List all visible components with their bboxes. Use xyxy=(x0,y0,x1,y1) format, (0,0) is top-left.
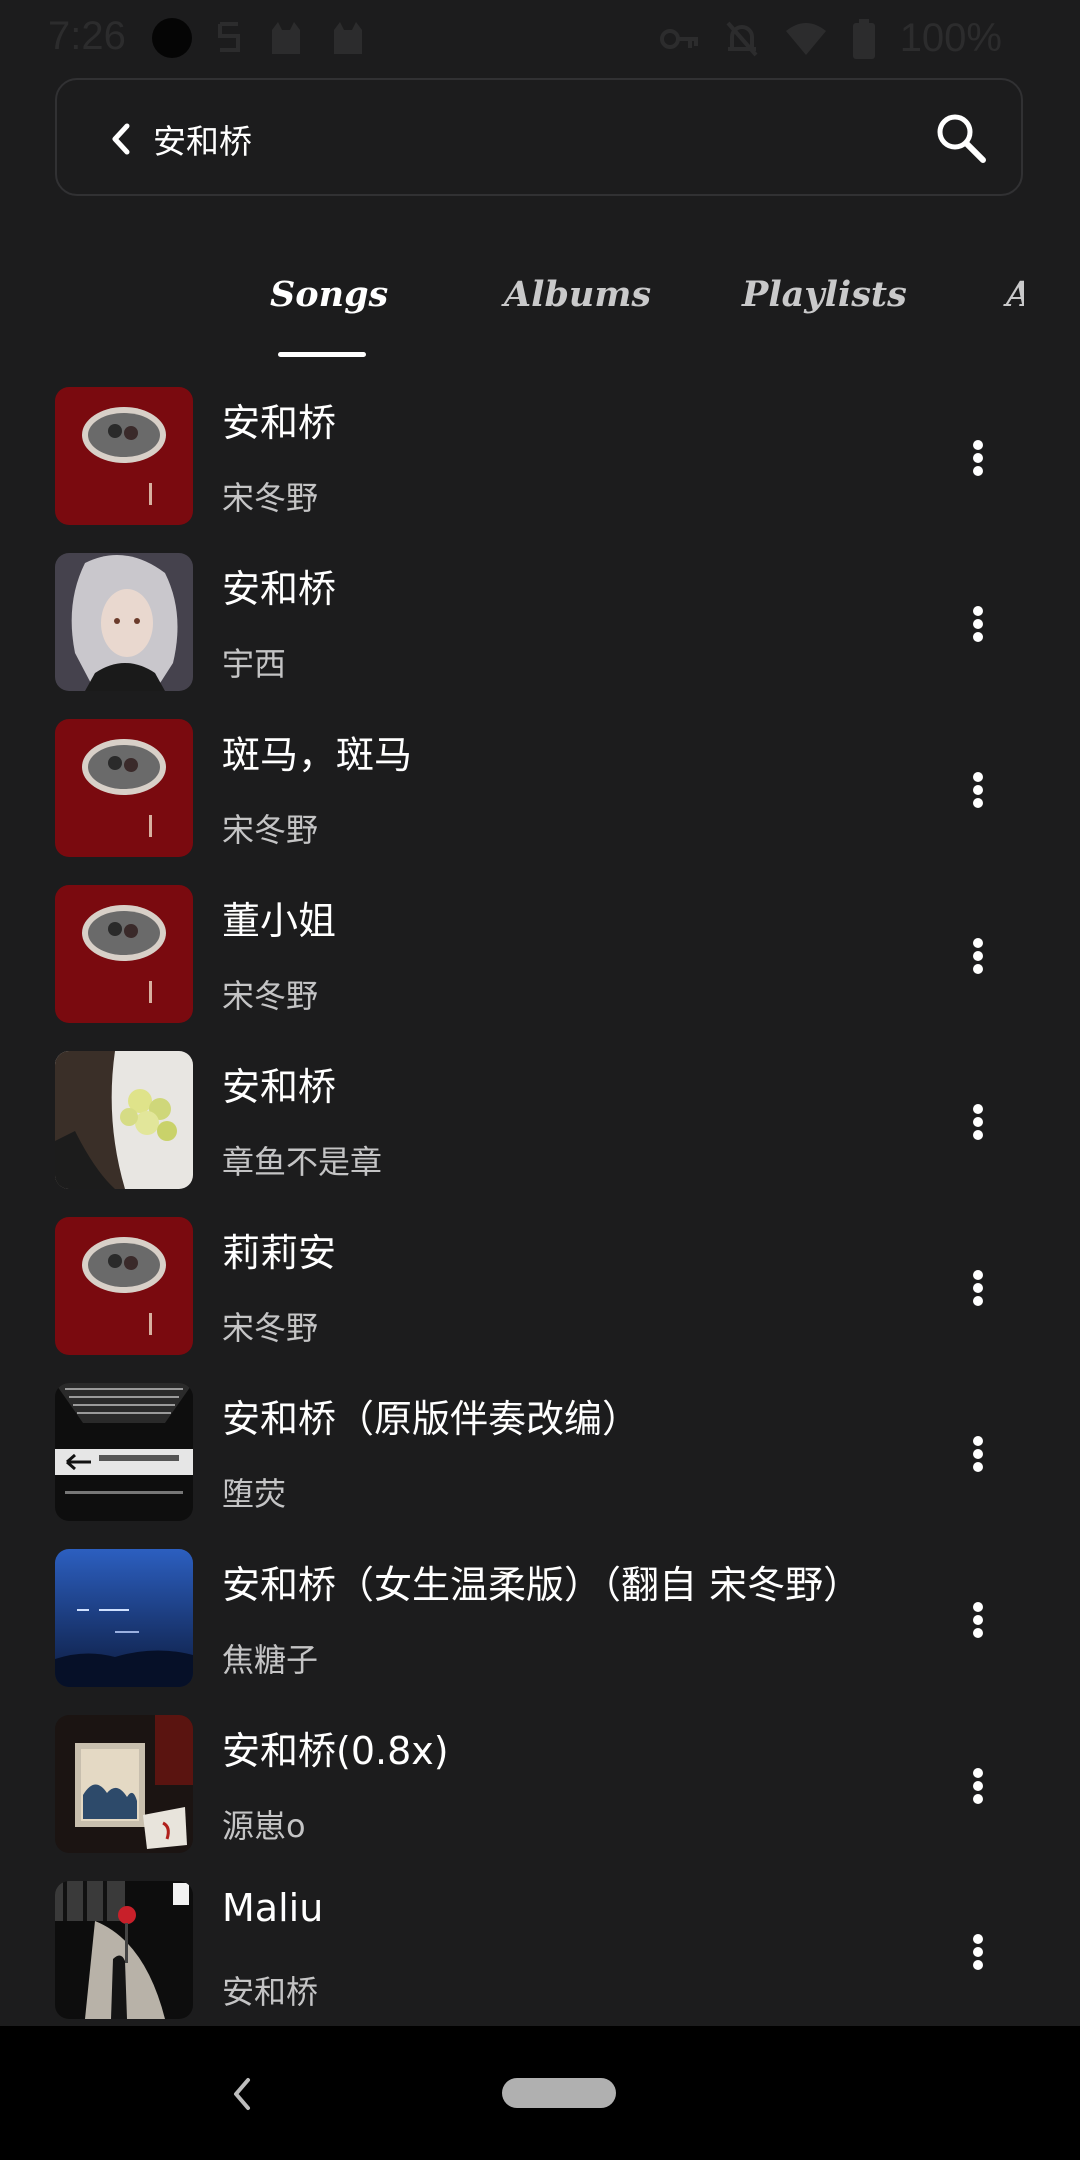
song-artist: 安和桥 xyxy=(222,1973,319,2011)
more-options-icon[interactable] xyxy=(960,1267,996,1307)
record-dot-icon xyxy=(152,18,192,58)
song-artist: 焦糖子 xyxy=(222,1641,319,1679)
more-options-icon[interactable] xyxy=(960,1931,996,1971)
mute-bell-icon xyxy=(724,19,760,59)
more-options-icon[interactable] xyxy=(960,1599,996,1639)
more-options-icon[interactable] xyxy=(960,437,996,477)
song-title: 安和桥 xyxy=(222,401,337,445)
song-row[interactable]: 莉莉安 宋冬野 xyxy=(0,1207,1080,1373)
battery-percent: 100% xyxy=(899,16,1002,60)
more-options-icon[interactable] xyxy=(960,603,996,643)
nav-back-icon xyxy=(234,2078,250,2110)
navigation-bar xyxy=(0,2026,1080,2160)
song-row[interactable]: 斑马，斑马 宋冬野 xyxy=(0,709,1080,875)
tab-playlists[interactable]: Playlists xyxy=(742,274,907,315)
tab-indicator xyxy=(278,352,366,357)
anime-girl-cover xyxy=(55,553,193,691)
song-title: 安和桥（女生温柔版）（翻自 宋冬野） xyxy=(222,1563,862,1607)
song-title: Maliu xyxy=(222,1886,324,1930)
vpn-key-icon xyxy=(659,24,700,54)
song-title: 安和桥 xyxy=(222,1065,337,1109)
red-album-cover xyxy=(55,1217,193,1355)
more-options-icon[interactable] xyxy=(960,1101,996,1141)
song-row[interactable]: Maliu 安和桥 xyxy=(0,1871,1080,2037)
song-row[interactable]: 安和桥（原版伴奏改编） 堕荧 xyxy=(0,1373,1080,1539)
song-artist: 堕荧 xyxy=(222,1475,287,1513)
search-icon xyxy=(937,114,986,163)
song-row[interactable]: 安和桥 章鱼不是章 xyxy=(0,1041,1080,1207)
red-album-cover xyxy=(55,885,193,1023)
song-artist: 源崽o xyxy=(222,1807,306,1845)
song-row[interactable]: 安和桥（女生温柔版）（翻自 宋冬野） 焦糖子 xyxy=(0,1539,1080,1705)
status-bar: 7:26 100% xyxy=(0,0,1080,80)
wave-painting-cover xyxy=(55,1715,193,1853)
back-button[interactable] xyxy=(97,114,147,164)
song-row[interactable]: 安和桥 宋冬野 xyxy=(0,377,1080,543)
search-button[interactable] xyxy=(933,110,989,166)
wifi-icon xyxy=(784,21,828,57)
more-options-icon[interactable] xyxy=(960,1765,996,1805)
song-title: 斑马，斑马 xyxy=(222,733,413,777)
more-options-icon[interactable] xyxy=(960,935,996,975)
tab-albums[interactable]: Albums xyxy=(504,274,651,315)
tab-songs[interactable]: Songs xyxy=(270,274,388,315)
song-artist: 宋冬野 xyxy=(222,1309,319,1347)
chevron-left-icon xyxy=(112,123,130,155)
song-title: 安和桥(0.8x) xyxy=(222,1729,449,1773)
subway-sign-cover xyxy=(55,1383,193,1521)
nav-back-button[interactable] xyxy=(226,2070,256,2118)
cat-icon-2 xyxy=(328,18,368,58)
song-row[interactable]: 安和桥 宇西 xyxy=(0,543,1080,709)
song-title: 安和桥（原版伴奏改编） xyxy=(222,1397,641,1441)
nav-home-pill[interactable] xyxy=(502,2078,616,2108)
more-options-icon[interactable] xyxy=(960,769,996,809)
song-artist: 宇西 xyxy=(222,645,287,683)
notification-icons xyxy=(152,18,368,58)
tab-artists[interactable]: Artists xyxy=(1006,274,1024,315)
song-title: 莉莉安 xyxy=(222,1231,337,1275)
blue-sky-cover xyxy=(55,1549,193,1687)
search-bar: 安和桥 xyxy=(55,78,1023,196)
system-status-icons: 100% xyxy=(659,16,1002,61)
song-artist: 宋冬野 xyxy=(222,479,319,517)
red-album-cover xyxy=(55,387,193,525)
song-row[interactable]: 董小姐 宋冬野 xyxy=(0,875,1080,1041)
notification-s-icon xyxy=(214,18,244,58)
status-time: 7:26 xyxy=(48,14,126,58)
song-title: 安和桥 xyxy=(222,567,337,611)
cat-icon xyxy=(266,18,306,58)
night-street-cover xyxy=(55,1881,193,2019)
song-artist: 宋冬野 xyxy=(222,977,319,1015)
search-tabs: Songs Albums Playlists Artists xyxy=(0,260,1080,360)
flowers-cover xyxy=(55,1051,193,1189)
song-artist: 宋冬野 xyxy=(222,811,319,849)
song-artist: 章鱼不是章 xyxy=(222,1143,383,1181)
song-title: 董小姐 xyxy=(222,899,337,943)
song-row[interactable]: 安和桥(0.8x) 源崽o xyxy=(0,1705,1080,1871)
red-album-cover xyxy=(55,719,193,857)
more-options-icon[interactable] xyxy=(960,1433,996,1473)
battery-icon xyxy=(852,18,876,59)
search-query-text[interactable]: 安和桥 xyxy=(153,115,252,163)
